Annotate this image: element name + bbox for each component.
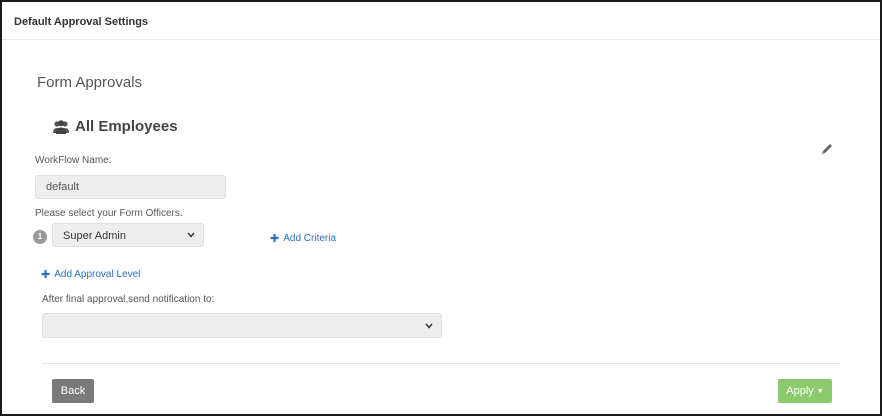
notification-select[interactable] (42, 313, 442, 338)
section-title: Form Approvals (37, 74, 143, 91)
add-criteria-text: Add Criteria (283, 233, 337, 244)
add-approval-level-text: Add Approval Level (54, 269, 141, 280)
add-approval-level-link[interactable]: ✚ Add Approval Level (41, 268, 140, 281)
users-icon (53, 119, 69, 134)
group-title: All Employees (52, 118, 178, 135)
approval-settings-panel: Default Approval Settings Form Approvals… (0, 0, 882, 416)
panel-header: Default Approval Settings (2, 2, 880, 40)
plus-icon: ✚ (270, 233, 280, 245)
apply-button[interactable]: Apply ▼ (778, 379, 832, 403)
footer-divider (42, 363, 840, 364)
workflow-name-label: WorkFlow Name: (35, 155, 112, 166)
chevron-down-icon (425, 323, 433, 329)
form-officers-label: Please select your Form Officers. (35, 208, 183, 219)
caret-down-icon: ▼ (816, 387, 824, 395)
approval-level-badge: 1 (33, 230, 47, 244)
pencil-icon[interactable] (820, 142, 834, 156)
notification-label: After final approval,send notification t… (42, 294, 215, 305)
panel-title: Default Approval Settings (14, 16, 149, 28)
apply-button-label: Apply (786, 385, 814, 397)
workflow-name-field[interactable]: default (35, 175, 226, 199)
back-button[interactable]: Back (52, 379, 94, 403)
plus-icon: ✚ (41, 269, 51, 281)
group-title-text: All Employees (75, 118, 178, 135)
form-officer-select[interactable]: Super Admin (52, 223, 204, 247)
add-criteria-link[interactable]: ✚ Add Criteria (270, 232, 336, 245)
chevron-down-icon (187, 232, 195, 238)
form-officer-select-value: Super Admin (63, 230, 126, 242)
